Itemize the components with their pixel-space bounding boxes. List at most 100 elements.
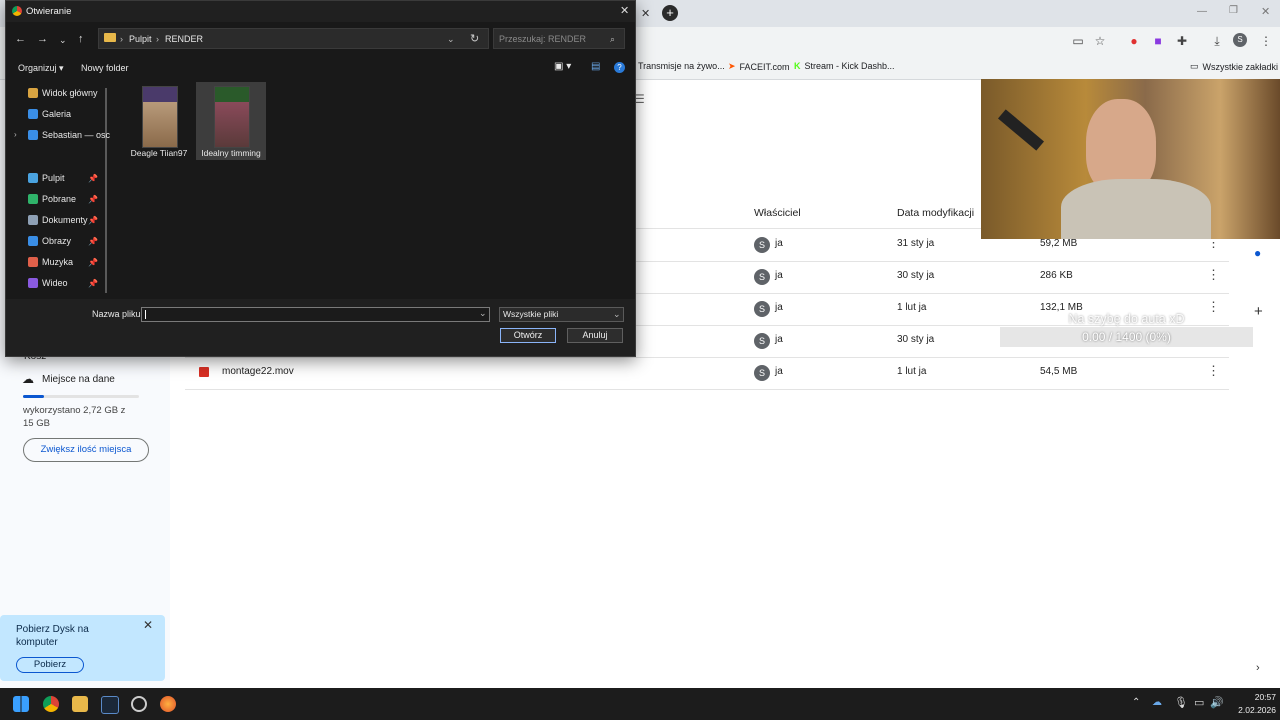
taskbar: ⌃ ☁ 🎙 ▭ 🔊 20:57 2.02.2026 bbox=[0, 688, 1280, 720]
location-icon bbox=[28, 130, 38, 140]
chrome-taskbar-icon[interactable] bbox=[43, 696, 59, 712]
bookmark-item[interactable]: K Stream - Kick Dashb... bbox=[794, 61, 895, 71]
close-icon[interactable]: ✕ bbox=[620, 4, 629, 17]
sidebar-item[interactable]: Sebastian — osc bbox=[28, 130, 110, 140]
dialog-titlebar: Otwieranie ✕ bbox=[6, 1, 635, 22]
download-icon[interactable]: ⤓ bbox=[1209, 33, 1225, 49]
chevron-right-icon[interactable]: › bbox=[14, 130, 17, 139]
search-icon: ⌕ bbox=[610, 34, 616, 44]
cancel-button[interactable]: Anuluj bbox=[567, 328, 623, 343]
onedrive-icon[interactable]: ☁ bbox=[1152, 697, 1162, 708]
file-item[interactable]: Idealny timming bbox=[196, 82, 266, 160]
maximize-icon[interactable]: ❐ bbox=[1229, 5, 1238, 16]
contacts-icon[interactable]: ● bbox=[1254, 246, 1261, 260]
forward-arrow-icon[interactable]: → bbox=[37, 33, 48, 45]
firefox-icon[interactable] bbox=[160, 696, 176, 712]
volume-icon[interactable]: 🔊 bbox=[1210, 696, 1224, 709]
open-button[interactable]: Otwórz bbox=[500, 328, 556, 343]
cast-icon[interactable]: ▭ bbox=[1070, 33, 1086, 49]
more-actions-icon[interactable]: ⋮ bbox=[1207, 267, 1220, 283]
search-input[interactable]: Przeszukaj: RENDER ⌕ bbox=[493, 28, 625, 49]
sidebar-item[interactable]: Muzyka bbox=[28, 257, 73, 267]
video-thumbnail bbox=[214, 86, 250, 148]
minimize-icon[interactable]: — bbox=[1197, 6, 1207, 17]
app-gear-icon[interactable] bbox=[131, 696, 147, 712]
video-file-icon bbox=[199, 367, 209, 377]
modified-date: 1 lut ja bbox=[897, 366, 927, 377]
owner-name: ja bbox=[775, 334, 783, 345]
address-bar[interactable]: › Pulpit › RENDER ⌄ ↻ bbox=[98, 28, 489, 49]
upgrade-storage-button[interactable]: Zwiększ ilość miejsca bbox=[23, 438, 149, 462]
bookmark-star-icon[interactable]: ☆ bbox=[1092, 33, 1108, 49]
clock-date[interactable]: 2.02.2026 bbox=[1226, 705, 1276, 715]
chevron-up-icon[interactable]: ⌃ bbox=[1132, 697, 1140, 708]
microphone-icon[interactable]: 🎙 bbox=[1174, 696, 1188, 709]
sidebar-item[interactable]: Galeria bbox=[28, 109, 71, 119]
sidebar-item-label: Obrazy bbox=[42, 236, 72, 246]
sidebar-item[interactable]: Dokumenty bbox=[28, 215, 88, 225]
close-tab-icon[interactable]: ✕ bbox=[641, 7, 650, 20]
location-icon bbox=[28, 194, 38, 204]
chevron-down-icon[interactable]: ⌄ bbox=[59, 35, 67, 46]
all-bookmarks[interactable]: ▭ Wszystkie zakładki bbox=[1190, 61, 1278, 72]
file-explorer-icon[interactable] bbox=[72, 696, 88, 712]
hamburger-icon[interactable]: ☰ bbox=[634, 92, 654, 106]
download-drive-button[interactable]: Pobierz bbox=[16, 657, 84, 673]
more-actions-icon[interactable]: ⋮ bbox=[1207, 363, 1220, 379]
monitor-icon[interactable]: ▭ bbox=[1194, 696, 1204, 709]
faceit-icon: ➤ bbox=[728, 61, 736, 71]
sidebar-item[interactable]: Pulpit bbox=[28, 173, 65, 183]
profile-avatar[interactable]: S bbox=[1233, 33, 1247, 47]
sidebar-item[interactable]: Pobrane bbox=[28, 194, 76, 204]
steam-icon[interactable] bbox=[101, 696, 119, 714]
chevron-down-icon[interactable]: ⌄ bbox=[447, 34, 455, 45]
bookmark-item[interactable]: Transmisje na żywo... bbox=[638, 61, 725, 71]
extension-purple-icon[interactable]: ■ bbox=[1150, 33, 1166, 49]
start-windows-icon[interactable] bbox=[13, 696, 29, 712]
scrollbar[interactable] bbox=[105, 88, 107, 293]
filename-input[interactable]: ⌄ bbox=[141, 307, 490, 322]
microphone-arm bbox=[997, 109, 1045, 151]
clock-time[interactable]: 20:57 bbox=[1240, 692, 1276, 702]
column-modified[interactable]: Data modyfikacji bbox=[897, 207, 974, 219]
new-folder-button[interactable]: Nowy folder bbox=[81, 63, 129, 73]
extension-red-icon[interactable]: ● bbox=[1126, 33, 1142, 49]
file-name: Idealny timming bbox=[201, 148, 261, 158]
up-arrow-icon[interactable]: ↑ bbox=[78, 33, 84, 45]
owner-avatar: S bbox=[754, 333, 770, 349]
extensions-puzzle-icon[interactable]: ✚ bbox=[1174, 33, 1190, 49]
owner-name: ja bbox=[775, 238, 783, 249]
chevron-right-icon[interactable]: › bbox=[1256, 662, 1260, 674]
preview-pane-icon[interactable]: ▤ bbox=[591, 61, 600, 72]
filename-label: Nazwa pliku: bbox=[92, 309, 144, 319]
help-icon[interactable]: ? bbox=[614, 62, 625, 73]
close-window-icon[interactable]: ✕ bbox=[1261, 5, 1270, 18]
breadcrumb-item[interactable]: RENDER bbox=[165, 34, 203, 44]
organize-button[interactable]: Organizuj ▾ bbox=[18, 63, 64, 74]
view-options-icon[interactable]: ▣ ▾ bbox=[554, 61, 571, 72]
file-item[interactable]: Deagle Tiian97 bbox=[124, 82, 194, 160]
sidebar-item-label: Sebastian — osc bbox=[42, 130, 111, 140]
add-icon[interactable]: + bbox=[1254, 303, 1263, 320]
new-tab-button[interactable]: + bbox=[662, 5, 678, 21]
sidebar-item-storage[interactable]: ☁ Miejsce na dane bbox=[22, 372, 115, 386]
chevron-down-icon[interactable]: ⌄ bbox=[479, 308, 487, 319]
bookmark-item[interactable]: ➤ FACEIT.com bbox=[728, 61, 790, 72]
location-icon bbox=[28, 257, 38, 267]
column-owner[interactable]: Właściciel bbox=[754, 207, 801, 219]
file-type-select[interactable]: Wszystkie pliki ⌄ bbox=[499, 307, 624, 322]
close-icon[interactable]: ✕ bbox=[143, 618, 153, 632]
video-thumbnail bbox=[142, 86, 178, 148]
file-size: 54,5 MB bbox=[1040, 366, 1078, 377]
pin-icon: 📌 bbox=[88, 195, 98, 204]
sidebar-item-label: Wideo bbox=[42, 278, 68, 288]
back-arrow-icon[interactable]: ← bbox=[15, 33, 26, 45]
menu-kebab-icon[interactable]: ⋮ bbox=[1258, 33, 1274, 49]
refresh-icon[interactable]: ↻ bbox=[470, 32, 479, 45]
sidebar-item-label: Widok główny bbox=[42, 88, 98, 98]
breadcrumb-item[interactable]: Pulpit bbox=[129, 34, 152, 44]
sidebar-item[interactable]: Wideo bbox=[28, 278, 68, 288]
sidebar-item[interactable]: Obrazy bbox=[28, 236, 71, 246]
table-row[interactable]: montage22.mov S ja 1 lut ja 54,5 MB ⋮ bbox=[185, 357, 1229, 390]
sidebar-item[interactable]: Widok główny bbox=[28, 88, 98, 98]
